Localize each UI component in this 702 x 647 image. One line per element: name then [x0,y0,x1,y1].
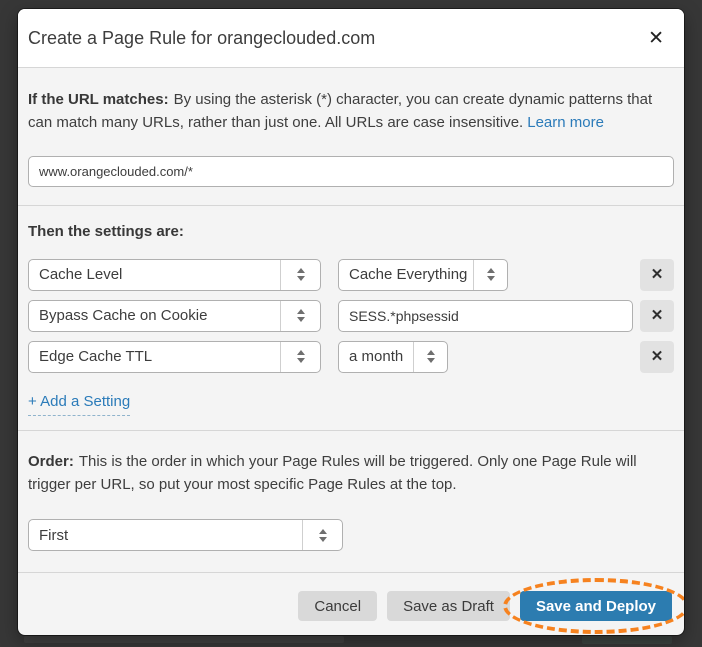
save-and-deploy-wrap: Save and Deploy [520,591,672,621]
setting-type-value: Bypass Cache on Cookie [29,301,280,331]
stepper-icon [473,260,507,290]
cancel-button[interactable]: Cancel [298,591,377,621]
order-value: First [29,520,302,550]
setting-row: Bypass Cache on Cookie ✕ [28,300,674,332]
learn-more-link[interactable]: Learn more [527,114,604,131]
url-match-description: If the URL matches:By using the asterisk… [28,88,674,135]
setting-type-select[interactable]: Bypass Cache on Cookie [28,300,321,332]
stepper-icon [280,342,320,372]
setting-row: Cache Level Cache Everything ✕ [28,259,674,291]
settings-section: Then the settings are: Cache Level Cache… [18,205,684,430]
setting-type-select[interactable]: Cache Level [28,259,321,291]
remove-setting-button[interactable]: ✕ [640,341,674,373]
stepper-icon [302,520,342,550]
modal-footer: Cancel Save as Draft Save and Deploy [18,572,684,635]
order-select[interactable]: First [28,519,343,551]
stepper-icon [413,342,447,372]
create-page-rule-modal: Create a Page Rule for orangeclouded.com… [18,9,684,635]
url-pattern-input[interactable] [28,156,674,187]
setting-type-select[interactable]: Edge Cache TTL [28,341,321,373]
order-label: Order: [28,453,74,470]
url-match-label: If the URL matches: [28,91,169,108]
remove-setting-button[interactable]: ✕ [640,259,674,291]
url-match-section: If the URL matches:By using the asterisk… [18,67,684,205]
order-description-text: This is the order in which your Page Rul… [28,453,637,493]
remove-setting-button[interactable]: ✕ [640,300,674,332]
background-page-remnant [582,636,672,644]
setting-value: a month [339,342,413,372]
setting-type-value: Cache Level [29,260,280,290]
modal-header: Create a Page Rule for orangeclouded.com… [18,9,684,67]
setting-type-value: Edge Cache TTL [29,342,280,372]
order-section: Order:This is the order in which your Pa… [18,430,684,573]
save-and-deploy-button[interactable]: Save and Deploy [520,591,672,621]
save-as-draft-button[interactable]: Save as Draft [387,591,510,621]
settings-heading: Then the settings are: [28,223,674,240]
page-title: Create a Page Rule for orangeclouded.com [28,28,642,49]
setting-value: Cache Everything [339,260,473,290]
close-icon[interactable]: ✕ [642,27,670,50]
setting-row: Edge Cache TTL a month ✕ [28,341,674,373]
background-status-bar [24,636,344,643]
add-setting-link[interactable]: + Add a Setting [28,393,130,416]
setting-value-select[interactable]: a month [338,341,448,373]
setting-value-select[interactable]: Cache Everything [338,259,508,291]
stepper-icon [280,260,320,290]
stepper-icon [280,301,320,331]
order-description: Order:This is the order in which your Pa… [28,450,674,497]
setting-value-input[interactable] [338,300,633,332]
